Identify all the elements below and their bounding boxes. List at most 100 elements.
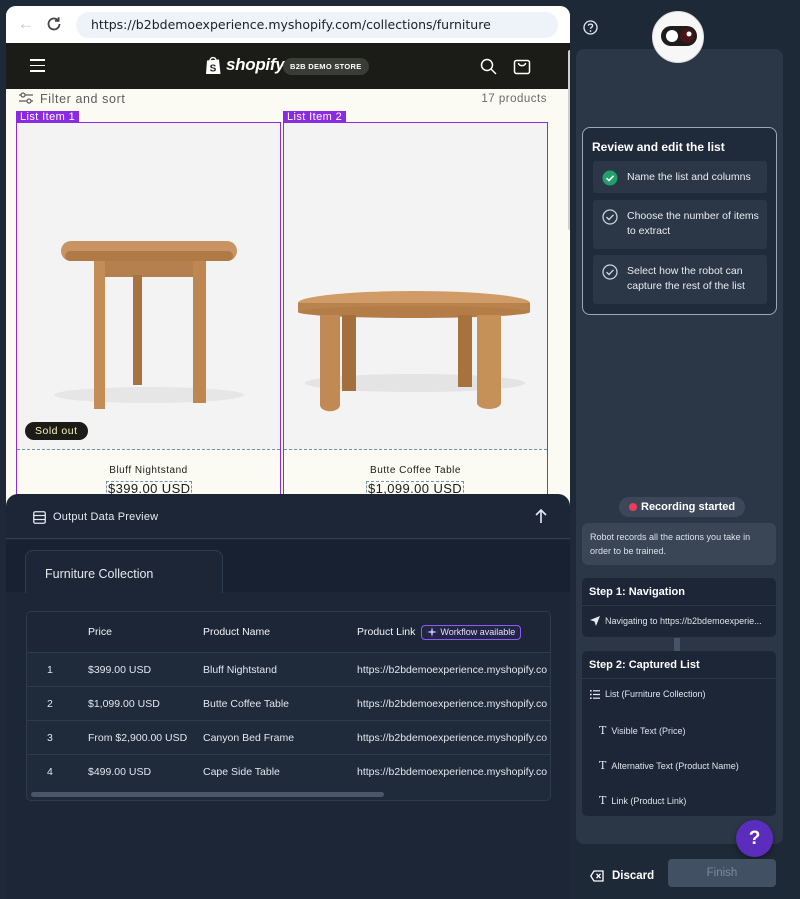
table-icon: [33, 511, 46, 524]
cell-product-name: Canyon Bed Frame: [203, 731, 295, 744]
steps-title: Review and edit the list: [592, 140, 725, 154]
workflow-badge-label: Workflow available: [440, 626, 516, 637]
column-header-label: Product Link: [357, 626, 416, 638]
table-row[interactable]: 3 From $2,900.00 USD Canyon Bed Frame ht…: [27, 721, 550, 755]
help-button[interactable]: ?: [736, 820, 773, 857]
list-steps-card: Review and edit the list Name the list a…: [582, 127, 777, 315]
filter-icon[interactable]: [19, 92, 33, 104]
cell-product-name: Bluff Nightstand: [203, 663, 277, 676]
product-name[interactable]: Butte Coffee Table: [284, 465, 547, 476]
arrow-up-icon[interactable]: [534, 508, 548, 524]
column-header-price: Price: [88, 626, 112, 638]
row-number: 4: [47, 766, 53, 778]
nightstand-illustration: [54, 241, 244, 409]
row-number: 3: [47, 731, 53, 744]
step-1-detail-text: Navigating to https://b2bdemoexperie...: [605, 616, 762, 626]
captured-list-item[interactable]: List (Furniture Collection): [590, 689, 706, 699]
captured-field-item[interactable]: T Visible Text (Price): [599, 724, 686, 737]
cell-product-name: Butte Coffee Table: [203, 697, 290, 710]
preview-header[interactable]: Output Data Preview: [6, 494, 570, 539]
recording-status-badge: Recording started: [619, 497, 746, 517]
text-type-icon: T: [599, 759, 607, 772]
product-name[interactable]: Bluff Nightstand: [17, 465, 280, 476]
robot-avatar: [652, 11, 704, 63]
shopify-bag-icon: S: [206, 56, 221, 75]
row-number: 1: [47, 663, 53, 676]
sold-out-badge: Sold out: [25, 422, 88, 440]
sparkle-icon: [427, 626, 438, 637]
table-horizontal-scrollbar[interactable]: [31, 792, 384, 797]
cell-price: $1,099.00 USD: [88, 697, 160, 710]
captured-list-label: List (Furniture Collection): [605, 689, 706, 699]
filter-and-sort-button[interactable]: Filter and sort: [40, 92, 125, 106]
captured-field-item[interactable]: T Link (Product Link): [599, 794, 686, 807]
discard-button[interactable]: Discard: [590, 866, 654, 886]
step-2-card[interactable]: Step 2: Captured List List (Furniture Co…: [582, 651, 776, 816]
step-label: Name the list and columns: [627, 171, 751, 183]
url-input[interactable]: https://b2bdemoexperience.myshopify.com/…: [76, 12, 558, 38]
search-icon[interactable]: [480, 58, 497, 75]
text-type-icon: T: [599, 724, 607, 737]
step-name-list[interactable]: Name the list and columns: [593, 161, 767, 193]
address-bar-row: ← https://b2bdemoexperience.myshopify.co…: [6, 6, 570, 43]
product-count: 17 products: [481, 93, 547, 105]
recording-dot-icon: [629, 503, 637, 511]
product-image[interactable]: [284, 123, 547, 450]
column-header-product-name: Product Name: [203, 626, 271, 638]
svg-text:S: S: [210, 64, 217, 75]
column-header-product-link: Product Link Workflow available: [357, 612, 522, 652]
cell-price: $399.00 USD: [88, 663, 152, 676]
recorder-sidebar: Review and edit the list Name the list a…: [576, 0, 800, 899]
step-connector: [674, 638, 680, 652]
table-row[interactable]: 4 $499.00 USD Cape Side Table https://b2…: [27, 755, 550, 789]
discard-label: Discard: [612, 870, 655, 882]
cell-price: From $2,900.00 USD: [88, 731, 188, 744]
step-1-card[interactable]: Step 1: Navigation Navigating to https:/…: [582, 578, 776, 637]
check-circle-filled-icon: [602, 170, 618, 186]
shop-header: S shopify B2B DEMO STORE: [6, 43, 570, 89]
preview-tabs: Furniture Collection: [6, 540, 570, 593]
cell-product-link: https://b2bdemoexperience.myshopify.co: [357, 766, 548, 778]
row-number: 2: [47, 697, 53, 710]
step-1-title: Step 1: Navigation: [582, 578, 776, 606]
robot-face-icon: [661, 26, 697, 46]
cell-product-link: https://b2bdemoexperience.myshopify.co: [357, 663, 548, 676]
cell-product-name: Cape Side Table: [203, 766, 280, 778]
navigation-arrow-icon: [590, 616, 600, 626]
text-type-icon: T: [599, 794, 607, 807]
backspace-x-icon: [590, 870, 604, 882]
workflow-available-badge[interactable]: Workflow available: [421, 624, 522, 640]
list-icon: [590, 689, 600, 699]
back-arrow-icon[interactable]: ←: [17, 15, 35, 33]
cell-product-link: https://b2bdemoexperience.myshopify.co: [357, 731, 548, 744]
check-circle-outline-icon: [602, 209, 618, 225]
tab-label: Furniture Collection: [45, 567, 154, 581]
recording-label: Recording started: [641, 501, 736, 513]
step-capture-rest[interactable]: Select how the robot can capture the res…: [593, 255, 767, 304]
table-row[interactable]: 1 $399.00 USD Bluff Nightstand https://b…: [27, 653, 550, 687]
tab-furniture-collection[interactable]: Furniture Collection: [25, 550, 223, 593]
table-row[interactable]: 2 $1,099.00 USD Butte Coffee Table https…: [27, 687, 550, 721]
cell-product-link: https://b2bdemoexperience.myshopify.co: [357, 697, 548, 710]
step-choose-count[interactable]: Choose the number of items to extract: [593, 200, 767, 249]
shop-logo[interactable]: S shopify: [205, 54, 285, 76]
cart-icon[interactable]: [513, 56, 531, 75]
reload-icon[interactable]: [45, 15, 63, 33]
shop-brand-name: shopify: [226, 55, 285, 74]
step-2-title: Step 2: Captured List: [582, 651, 776, 679]
captured-field-label: Visible Text (Price): [611, 725, 686, 736]
step-label: Select how the robot can capture the res…: [627, 265, 745, 292]
step-label: Choose the number of items to extract: [627, 210, 759, 237]
product-card[interactable]: Sold out Bluff Nightstand $399.00 USD: [16, 122, 281, 505]
captured-field-label: Link (Product Link): [611, 795, 687, 806]
captured-field-item[interactable]: T Alternative Text (Product Name): [599, 759, 739, 772]
product-image[interactable]: [17, 123, 280, 450]
product-card[interactable]: Butte Coffee Table $1,099.00 USD: [283, 122, 548, 505]
finish-button[interactable]: Finish: [668, 859, 776, 887]
store-badge: B2B DEMO STORE: [283, 58, 369, 75]
cell-price: $499.00 USD: [88, 766, 152, 778]
hamburger-menu-icon[interactable]: [30, 59, 45, 72]
page-scrollbar[interactable]: [568, 50, 570, 230]
preview-title: Output Data Preview: [53, 511, 159, 523]
help-circle-icon[interactable]: [583, 20, 598, 35]
